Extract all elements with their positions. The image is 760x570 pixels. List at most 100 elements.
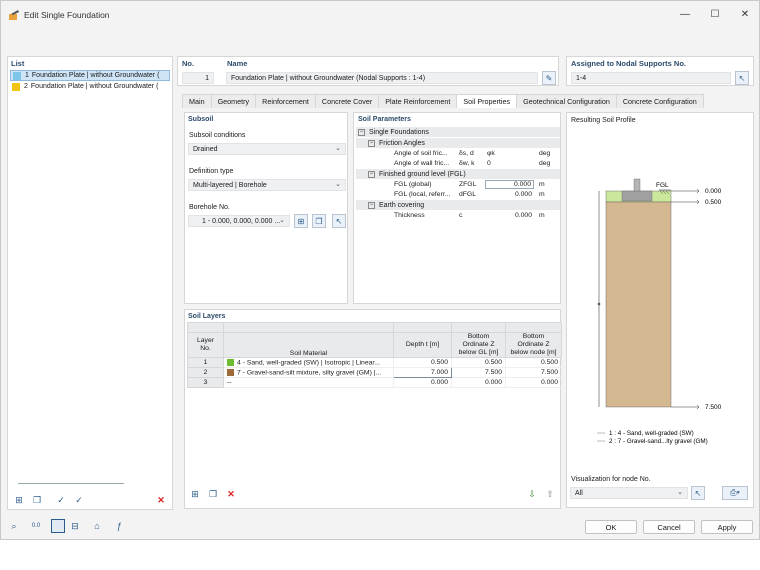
profile-axis-node bbox=[597, 302, 601, 306]
tab-concrete-configuration[interactable]: Concrete Configuration bbox=[615, 94, 704, 108]
cell-depth[interactable]: 0.500 bbox=[393, 357, 452, 368]
select-node-icon[interactable]: ↖ bbox=[691, 486, 705, 500]
list-scrollbar[interactable] bbox=[18, 483, 124, 484]
param-unit: m bbox=[539, 190, 545, 198]
title-bar: Edit Single Foundation — ☐ ✕ bbox=[1, 1, 759, 29]
tree-group[interactable]: − Single Foundations bbox=[356, 127, 560, 137]
delete-layer-icon[interactable]: ✕ bbox=[224, 487, 238, 501]
edit-borehole-icon[interactable]: ❐ bbox=[312, 214, 326, 228]
subsoil-conditions-select[interactable]: Drained ⌄ bbox=[188, 143, 346, 155]
no-field[interactable]: 1 bbox=[182, 72, 214, 84]
function-icon[interactable]: ƒ bbox=[112, 519, 126, 533]
tab-main[interactable]: Main bbox=[182, 94, 212, 108]
select-supports-icon[interactable]: ↖ bbox=[735, 71, 749, 85]
cell-layer-no: 3 bbox=[187, 377, 224, 388]
list-item-color bbox=[13, 71, 21, 80]
view-icon[interactable] bbox=[51, 519, 65, 533]
viz-node-select[interactable]: All ⌄ bbox=[570, 487, 688, 499]
tab-plate-reinforcement[interactable]: Plate Reinforcement bbox=[378, 94, 458, 108]
tree-group-label: Single Foundations bbox=[369, 128, 429, 136]
param-value[interactable]: φk bbox=[485, 150, 534, 157]
definition-type-select[interactable]: Multi-layered | Borehole ⌄ bbox=[188, 179, 346, 191]
filter-icon[interactable]: ⊟ bbox=[68, 519, 82, 533]
minimize-icon[interactable]: — bbox=[677, 7, 693, 21]
param-symbol: δw, k bbox=[459, 159, 475, 167]
soil-profile-panel: Resulting Soil Profile FGL 0.000 0.500 7… bbox=[566, 112, 754, 508]
param-value[interactable]: 0.000 bbox=[485, 212, 534, 219]
tab-concrete-cover[interactable]: Concrete Cover bbox=[314, 94, 380, 108]
soil-layers-panel: Soil Layers Layer No. Soil Material Dept… bbox=[184, 309, 562, 509]
param-unit: deg bbox=[539, 149, 551, 157]
cell-material-text: 4 - Sand, well-graded (SW) | Isotropic |… bbox=[237, 359, 380, 367]
param-value[interactable]: 0 bbox=[485, 160, 534, 167]
ok-button[interactable]: OK bbox=[585, 520, 637, 534]
cell-depth[interactable]: 7.000 bbox=[393, 367, 452, 378]
list-item[interactable]: 1 Foundation Plate | without Groundwater … bbox=[10, 70, 170, 81]
tree-group[interactable]: − Finished ground level (FGL) bbox=[356, 169, 560, 179]
tree-group[interactable]: − Friction Angles bbox=[356, 138, 560, 148]
tab-soil-properties[interactable]: Soil Properties bbox=[456, 94, 518, 109]
help-search-icon[interactable]: ⌕ bbox=[7, 519, 21, 533]
units-icon[interactable]: 0.0 bbox=[29, 519, 43, 533]
cell-material[interactable]: 4 - Sand, well-graded (SW) | Isotropic |… bbox=[223, 357, 394, 368]
cell-material[interactable]: 7 - Gravel-sand-silt mixture, silty grav… bbox=[223, 367, 394, 378]
model-icon[interactable]: ⌂ bbox=[90, 519, 104, 533]
check-all-icon[interactable]: ✓ bbox=[54, 493, 68, 507]
cell-depth[interactable]: 0.000 bbox=[393, 377, 452, 388]
apply-button[interactable]: Apply bbox=[701, 520, 753, 534]
copy-layer-icon[interactable]: ❐ bbox=[206, 487, 220, 501]
cell-bottom-gl: 7.500 bbox=[451, 367, 506, 378]
tree-group[interactable]: − Earth covering bbox=[356, 200, 560, 210]
cell-layer-no: 1 bbox=[187, 357, 224, 368]
list-item[interactable]: 2 Foundation Plate | without Groundwater … bbox=[10, 81, 170, 92]
param-name: Angle of wall fric... bbox=[394, 159, 450, 167]
collapse-icon[interactable]: − bbox=[368, 139, 375, 147]
new-item-icon[interactable]: ⊞ bbox=[12, 493, 26, 507]
subsoil-title: Subsoil bbox=[188, 116, 214, 123]
collapse-icon[interactable]: − bbox=[358, 128, 365, 136]
material-color bbox=[227, 358, 234, 366]
param-unit: deg bbox=[539, 159, 551, 167]
col-bottom-gl: Bottom Ordinate Z below GL [m] bbox=[451, 332, 506, 358]
name-field[interactable]: Foundation Plate | without Groundwater (… bbox=[226, 72, 538, 84]
delete-item-icon[interactable]: ✕ bbox=[154, 493, 168, 507]
select-borehole-icon[interactable]: ↖ bbox=[332, 214, 346, 228]
cell-material-text: 7 - Gravel-sand-silt mixture, silty grav… bbox=[237, 369, 382, 377]
print-icon[interactable]: ⎙▾ bbox=[722, 486, 748, 500]
collapse-icon[interactable]: − bbox=[368, 170, 375, 178]
table-row[interactable]: 2 7 - Gravel-sand-silt mixture, silty gr… bbox=[187, 367, 562, 378]
tree-group-label: Finished ground level (FGL) bbox=[379, 170, 466, 178]
tab-geometry[interactable]: Geometry bbox=[210, 94, 257, 108]
level-value-3: 7.500 bbox=[705, 404, 722, 411]
copy-item-icon[interactable]: ❐ bbox=[30, 493, 44, 507]
new-borehole-icon[interactable]: ⊞ bbox=[294, 214, 308, 228]
edit-name-icon[interactable]: ✎ bbox=[542, 71, 556, 85]
param-name: Angle of soil fric... bbox=[394, 149, 448, 157]
export-icon[interactable]: ⇧ bbox=[543, 487, 557, 501]
assigned-field[interactable]: 1-4 bbox=[571, 72, 731, 84]
chevron-down-icon: ⌄ bbox=[279, 217, 285, 224]
table-row[interactable]: 1 4 - Sand, well-graded (SW) | Isotropic… bbox=[187, 357, 562, 368]
table-row[interactable]: 3 -- 0.000 0.000 0.000 bbox=[187, 377, 562, 388]
close-icon[interactable]: ✕ bbox=[737, 7, 753, 21]
param-value[interactable]: 0.000 bbox=[485, 179, 534, 189]
tab-geotechnical-configuration[interactable]: Geotechnical Configuration bbox=[516, 94, 617, 108]
cell-material[interactable]: -- bbox=[223, 377, 394, 388]
collapse-icon[interactable]: − bbox=[368, 201, 375, 209]
import-icon[interactable]: ⇩ bbox=[525, 487, 539, 501]
add-layer-icon[interactable]: ⊞ bbox=[188, 487, 202, 501]
param-row: Thickness c 0.000 m bbox=[356, 210, 560, 220]
cell-bottom-gl: 0.500 bbox=[451, 357, 506, 368]
definition-type-label: Definition type bbox=[189, 168, 234, 175]
cancel-button[interactable]: Cancel bbox=[643, 520, 695, 534]
tab-reinforcement[interactable]: Reinforcement bbox=[255, 94, 316, 108]
list-item-label: Foundation Plate | without Groundwater ( bbox=[30, 83, 159, 90]
param-value[interactable]: 0.000 bbox=[485, 191, 534, 198]
profile-title: Resulting Soil Profile bbox=[571, 117, 636, 124]
list-header: List bbox=[11, 59, 25, 68]
col-soil-material: Soil Material bbox=[223, 332, 394, 358]
soil-layers-title: Soil Layers bbox=[188, 313, 226, 320]
borehole-select[interactable]: 1 - 0.000, 0.000, 0.000 ... ⌄ bbox=[188, 215, 290, 227]
maximize-icon[interactable]: ☐ bbox=[707, 7, 723, 21]
check-selected-icon[interactable]: ✓ bbox=[72, 493, 86, 507]
